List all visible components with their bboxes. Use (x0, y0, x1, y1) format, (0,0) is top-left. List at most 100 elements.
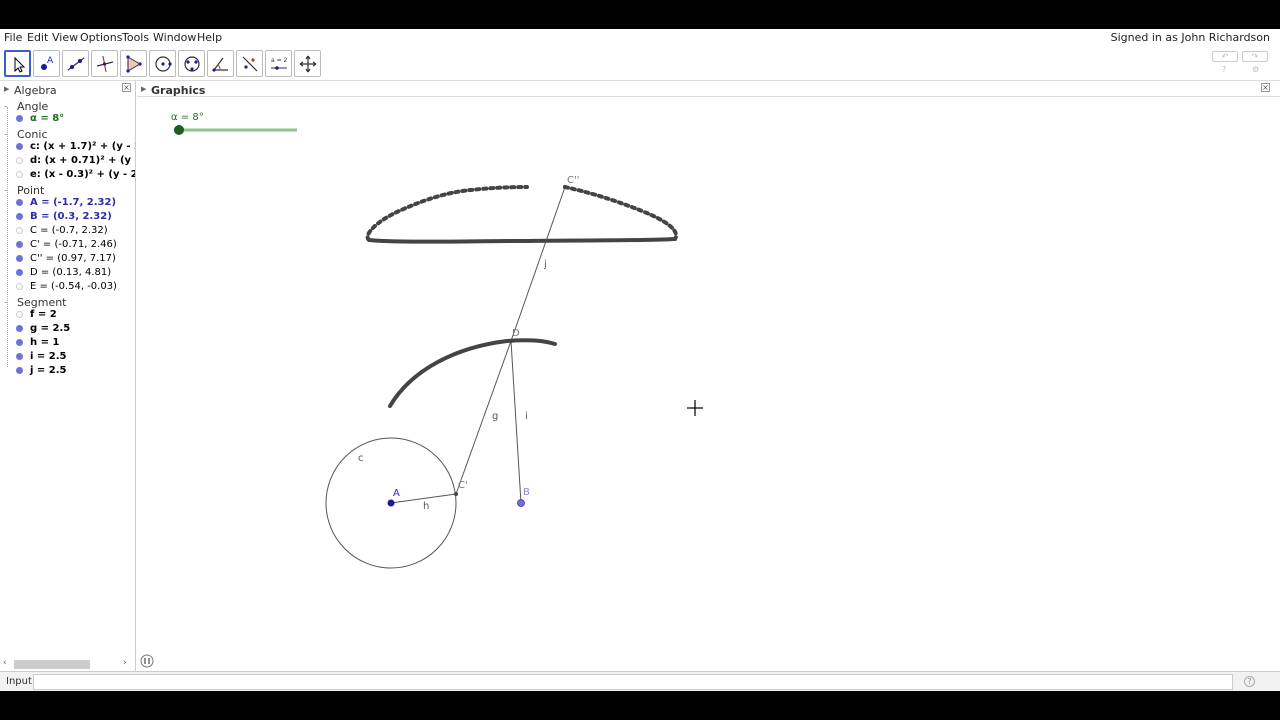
menu-edit[interactable]: Edit (27, 31, 48, 44)
line-tool-button[interactable] (62, 50, 89, 77)
polygon-tool-button[interactable] (120, 50, 147, 77)
scroll-left-icon[interactable]: ‹ (3, 658, 7, 668)
trace-curve-upper-left (365, 185, 529, 242)
menu-view[interactable]: View (52, 31, 78, 44)
visibility-toggle-j[interactable] (16, 367, 23, 374)
segment-g[interactable] (455, 340, 512, 495)
visibility-toggle-E[interactable] (16, 283, 23, 290)
menu-help[interactable]: Help (197, 31, 222, 44)
point-tool-button[interactable]: A (33, 50, 60, 77)
segment-i[interactable] (510, 340, 522, 504)
graphics-close-icon[interactable]: × (1261, 83, 1270, 92)
scrollbar-thumb[interactable] (14, 660, 90, 669)
visibility-toggle-B[interactable] (16, 213, 23, 220)
conic-tool-button[interactable] (178, 50, 205, 77)
visibility-toggle-d[interactable] (16, 157, 23, 164)
point-tool-label: A (47, 56, 54, 66)
visibility-toggle-i[interactable] (16, 353, 23, 360)
help-icon[interactable]: ? (1222, 65, 1226, 74)
algebra-item-C2[interactable]: C'' = (0.97, 7.17) (30, 253, 116, 264)
move-tool-button[interactable] (4, 50, 31, 77)
scroll-right-icon[interactable]: › (123, 658, 127, 668)
visibility-toggle-D[interactable] (16, 269, 23, 276)
slider-tool-button[interactable]: a = 2 (265, 50, 292, 77)
move-graphics-tool-button[interactable] (294, 50, 321, 77)
input-help-icon[interactable]: ? (1244, 676, 1255, 687)
slider-tool-label: a = 2 (271, 57, 288, 64)
point-C1[interactable] (454, 492, 458, 496)
graphics-title: Graphics (151, 84, 206, 97)
algebra-close-icon[interactable]: × (122, 83, 131, 92)
toolbar: A a = 2 ↶ ↷ ? ⚙ (0, 48, 1280, 81)
visibility-toggle-C2[interactable] (16, 255, 23, 262)
point-toggle-icon[interactable]: – (4, 186, 8, 194)
category-conic[interactable]: Conic (17, 128, 48, 141)
signed-in-status[interactable]: Signed in as John Richardson (1111, 31, 1270, 44)
move-graphics-icon (299, 55, 317, 73)
algebra-horizontal-scrollbar[interactable]: ‹ › (0, 658, 135, 671)
graphics-view[interactable]: α = 8° c A h C' B g i D j C'' (137, 97, 1280, 671)
trace-curve-upper-right (563, 185, 679, 241)
conic-icon (184, 56, 200, 72)
gear-icon[interactable]: ⚙ (1252, 65, 1259, 74)
label-j: j (543, 259, 547, 270)
algebra-item-f[interactable]: f = 2 (30, 309, 57, 320)
input-field[interactable] (33, 674, 1233, 690)
segment-toggle-icon[interactable]: – (4, 298, 8, 306)
label-A: A (393, 488, 400, 499)
visibility-toggle-e[interactable] (16, 171, 23, 178)
algebra-item-C[interactable]: C = (-0.7, 2.32) (30, 225, 108, 236)
visibility-toggle-f[interactable] (16, 311, 23, 318)
visibility-toggle-g[interactable] (16, 325, 23, 332)
algebra-item-C1[interactable]: C' = (-0.71, 2.46) (30, 239, 117, 250)
angle-tool-button[interactable] (207, 50, 234, 77)
menu-options[interactable]: Options (80, 31, 122, 44)
redo-button[interactable]: ↷ (1242, 51, 1268, 62)
algebra-item-h[interactable]: h = 1 (30, 337, 59, 348)
label-C1: C' (458, 480, 468, 491)
visibility-toggle-A[interactable] (16, 199, 23, 206)
circle-tool-button[interactable] (149, 50, 176, 77)
menu-tools[interactable]: Tools (122, 31, 149, 44)
algebra-item-j[interactable]: j = 2.5 (30, 365, 66, 376)
point-A[interactable] (387, 499, 395, 507)
tree-line (7, 107, 8, 367)
category-point[interactable]: Point (17, 184, 44, 197)
angle-toggle-icon[interactable]: – (4, 102, 8, 110)
perpendicular-tool-button[interactable] (91, 50, 118, 77)
algebra-item-E[interactable]: E = (-0.54, -0.03) (30, 281, 117, 292)
animation-pause-button[interactable] (140, 654, 154, 668)
segment-j[interactable] (510, 186, 566, 342)
algebra-item-A[interactable]: A = (-1.7, 2.32) (30, 197, 116, 208)
label-h: h (423, 501, 429, 512)
slider-alpha-knob[interactable] (174, 125, 184, 135)
menu-file[interactable]: File (4, 31, 22, 44)
visibility-toggle-h[interactable] (16, 339, 23, 346)
visibility-toggle-C1[interactable] (16, 241, 23, 248)
algebra-item-d[interactable]: d: (x + 0.71)² + (y - 2.4 (30, 155, 135, 166)
graphics-canvas[interactable]: α = 8° c A h C' B g i D j C'' (137, 97, 1280, 671)
category-segment[interactable]: Segment (17, 296, 67, 309)
graphics-collapse-icon[interactable]: ▶ (141, 85, 146, 93)
point-B[interactable] (517, 499, 525, 507)
visibility-toggle-alpha[interactable] (16, 115, 23, 122)
visibility-toggle-C[interactable] (16, 227, 23, 234)
algebra-item-g[interactable]: g = 2.5 (30, 323, 70, 334)
reflect-tool-button[interactable] (236, 50, 263, 77)
circle-icon (155, 56, 172, 72)
menu-window[interactable]: Window (153, 31, 196, 44)
visibility-toggle-c[interactable] (16, 143, 23, 150)
label-g: g (492, 411, 498, 422)
label-C2: C'' (567, 175, 579, 186)
algebra-collapse-icon[interactable]: ▶ (4, 85, 9, 93)
algebra-item-i[interactable]: i = 2.5 (30, 351, 66, 362)
category-angle[interactable]: Angle (17, 100, 48, 113)
conic-toggle-icon[interactable]: – (4, 130, 8, 138)
algebra-item-alpha[interactable]: α = 8° (30, 113, 64, 124)
algebra-item-B[interactable]: B = (0.3, 2.32) (30, 211, 112, 222)
algebra-item-e[interactable]: e: (x - 0.3)² + (y - 2.32 (30, 169, 135, 180)
point-D[interactable] (509, 339, 513, 343)
algebra-item-c[interactable]: c: (x + 1.7)² + (y - 2.32 (30, 141, 135, 152)
undo-button[interactable]: ↶ (1212, 51, 1238, 62)
algebra-item-D[interactable]: D = (0.13, 4.81) (30, 267, 111, 278)
